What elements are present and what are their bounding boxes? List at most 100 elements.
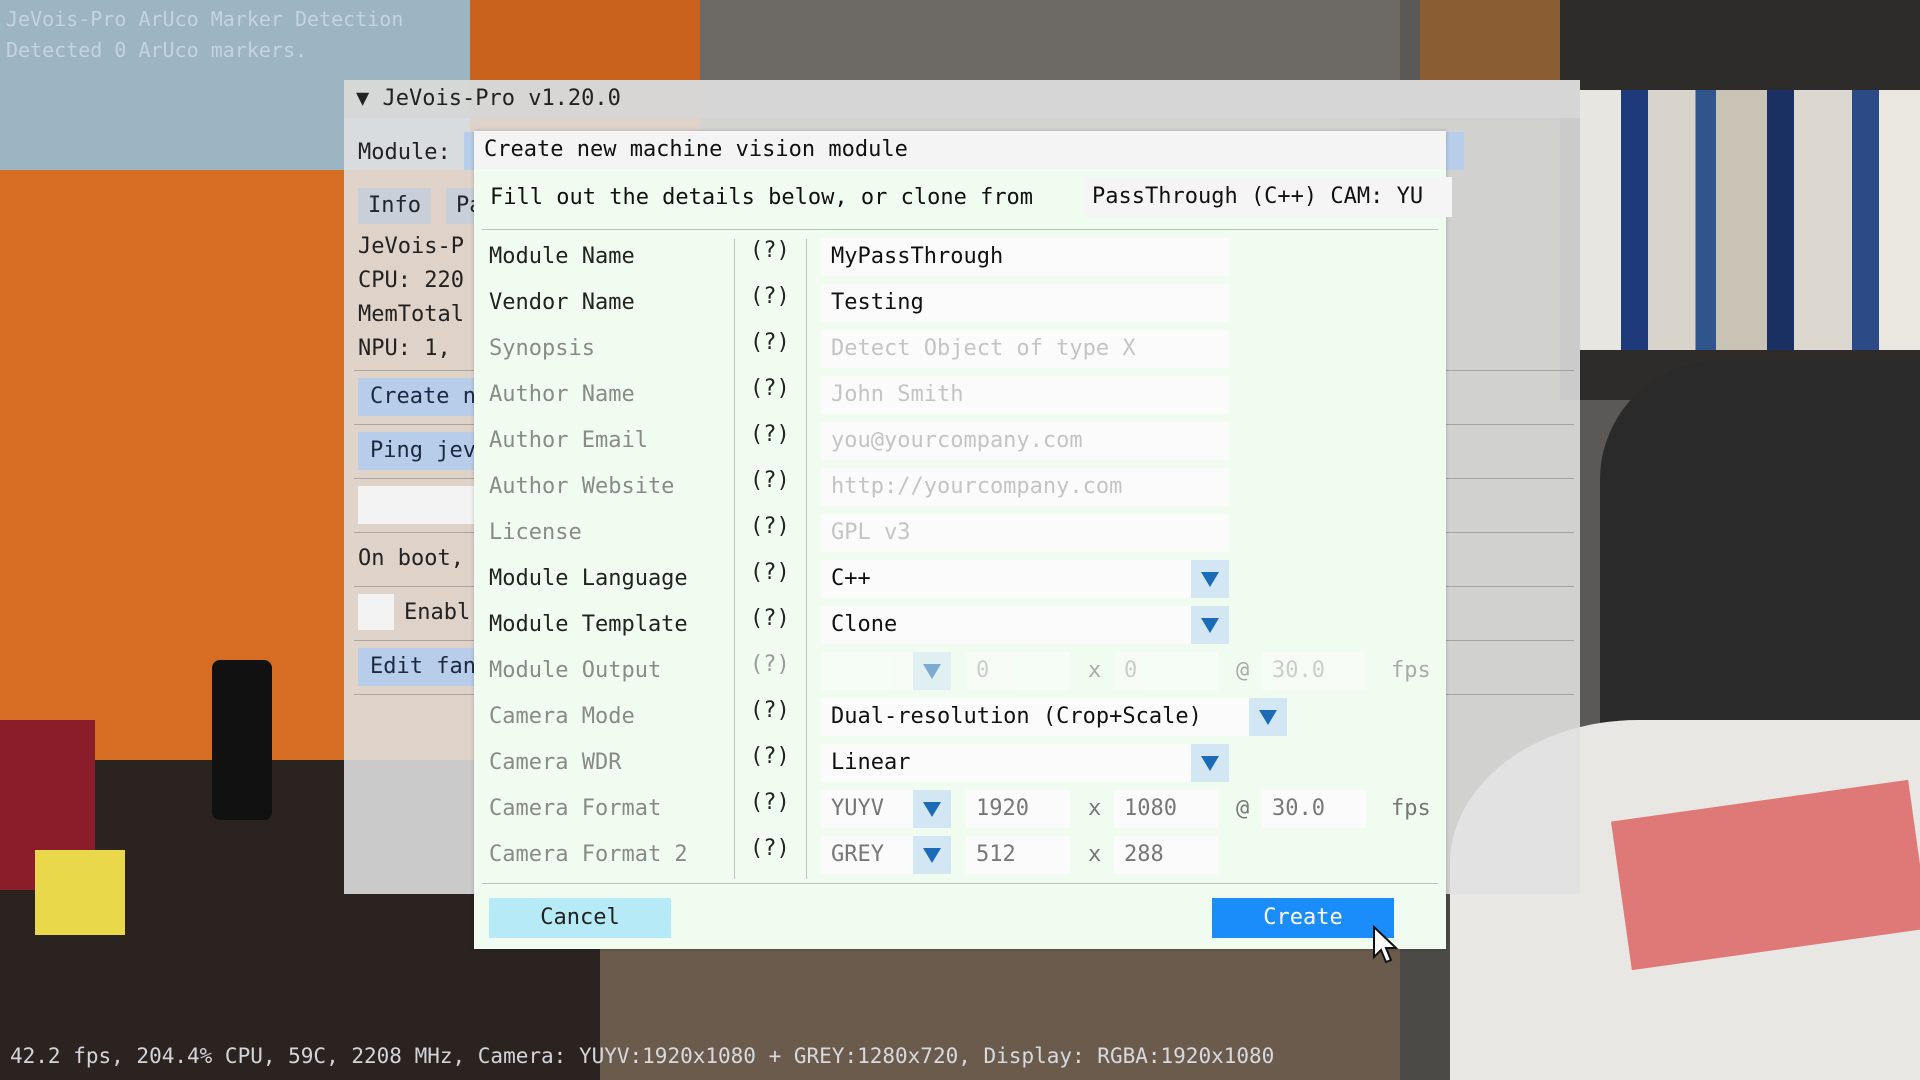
- at-separator: @: [1236, 796, 1250, 821]
- fps-unit: fps: [1391, 658, 1431, 683]
- status-bar: 42.2 fps, 204.4% CPU, 59C, 2208 MHz, Cam…: [10, 1044, 1275, 1068]
- module-label: Module:: [358, 140, 451, 165]
- field-row-author-name: Author Name (?) John Smith: [474, 372, 1446, 418]
- chevron-down-icon[interactable]: [1191, 744, 1229, 782]
- field-row-camera-mode: Camera Mode (?) Dual-resolution (Crop+Sc…: [474, 694, 1446, 740]
- module-template-combo[interactable]: Clone: [821, 606, 1229, 644]
- help-icon[interactable]: (?): [750, 790, 790, 815]
- info-line-npu: NPU: 1,: [358, 336, 464, 361]
- field-row-license: License (?) GPL v3: [474, 510, 1446, 556]
- help-icon: (?): [750, 652, 790, 677]
- camera-height-input[interactable]: 1080: [1114, 790, 1218, 828]
- create-button[interactable]: Create: [1212, 898, 1394, 938]
- synopsis-input[interactable]: Detect Object of type X: [821, 330, 1229, 368]
- field-label: Module Output: [489, 658, 662, 683]
- field-label: Camera Format: [489, 796, 662, 821]
- help-icon[interactable]: (?): [750, 560, 790, 585]
- field-label: Module Language: [489, 566, 688, 591]
- dialog-title: Create new machine vision module: [474, 131, 1446, 169]
- camera-fps-input[interactable]: 30.0: [1262, 790, 1366, 828]
- field-label: Author Email: [489, 428, 648, 453]
- camera2-width-input[interactable]: 512: [966, 836, 1070, 874]
- field-row-module-name: Module Name (?) MyPassThrough: [474, 234, 1446, 280]
- overlay-detections: Detected 0 ArUco markers.: [6, 38, 308, 62]
- enable-label: Enabl: [404, 600, 471, 625]
- chevron-down-icon[interactable]: [1249, 698, 1287, 736]
- collapse-triangle-icon[interactable]: ▼: [356, 86, 383, 111]
- field-row-synopsis: Synopsis (?) Detect Object of type X: [474, 326, 1446, 372]
- camera-format-combo[interactable]: YUYV: [821, 790, 951, 828]
- field-label: Module Name: [489, 244, 635, 269]
- license-input[interactable]: GPL v3: [821, 514, 1229, 552]
- help-icon[interactable]: (?): [750, 744, 790, 769]
- combo-value: Clone: [831, 612, 898, 637]
- field-row-camera-wdr: Camera WDR (?) Linear: [474, 740, 1446, 786]
- info-line-cpu: CPU: 220: [358, 268, 464, 293]
- divider: [482, 883, 1438, 884]
- clone-source-select[interactable]: PassThrough (C++) CAM: YU: [1084, 177, 1452, 217]
- module-name-input[interactable]: MyPassThrough: [821, 238, 1229, 276]
- field-row-camera-format-2: Camera Format 2 (?) GREY 512 x 288: [474, 832, 1446, 878]
- help-icon[interactable]: (?): [750, 606, 790, 631]
- field-row-module-language: Module Language (?) C++: [474, 556, 1446, 602]
- main-window-title: JeVois-Pro v1.20.0: [382, 86, 621, 111]
- combo-value: C++: [831, 566, 871, 591]
- field-label: Camera WDR: [489, 750, 622, 775]
- camera2-height-input[interactable]: 288: [1114, 836, 1218, 874]
- camera-wdr-combo[interactable]: Linear: [821, 744, 1229, 782]
- help-icon[interactable]: (?): [750, 468, 790, 493]
- info-line-1: JeVois-P: [358, 234, 464, 259]
- field-label: Camera Format 2: [489, 842, 688, 867]
- cancel-button[interactable]: Cancel: [489, 898, 671, 938]
- author-website-input[interactable]: http://yourcompany.com: [821, 468, 1229, 506]
- author-name-input[interactable]: John Smith: [821, 376, 1229, 414]
- chevron-down-icon[interactable]: [913, 790, 951, 828]
- author-email-input[interactable]: you@yourcompany.com: [821, 422, 1229, 460]
- help-icon[interactable]: (?): [750, 514, 790, 539]
- vendor-name-input[interactable]: Testing: [821, 284, 1229, 322]
- output-fps-input: 30.0: [1262, 652, 1366, 690]
- field-row-module-template: Module Template (?) Clone: [474, 602, 1446, 648]
- chevron-down-icon[interactable]: [913, 836, 951, 874]
- camera-mode-combo[interactable]: Dual-resolution (Crop+Scale): [821, 698, 1287, 736]
- help-icon[interactable]: (?): [750, 422, 790, 447]
- combo-value: Linear: [831, 750, 911, 775]
- combo-value: YUYV: [831, 796, 884, 821]
- field-row-camera-format: Camera Format (?) YUYV 1920 x 1080 @ 30.…: [474, 786, 1446, 832]
- field-row-module-output: Module Output (?) 0 x 0 @ 30.0 fps: [474, 648, 1446, 694]
- help-icon[interactable]: (?): [750, 836, 790, 861]
- chevron-down-icon[interactable]: [1191, 606, 1229, 644]
- help-icon[interactable]: (?): [750, 698, 790, 723]
- module-language-combo[interactable]: C++: [821, 560, 1229, 598]
- field-label: Module Template: [489, 612, 688, 637]
- camera-width-input[interactable]: 1920: [966, 790, 1070, 828]
- chevron-down-icon[interactable]: [1191, 560, 1229, 598]
- at-separator: @: [1236, 658, 1250, 683]
- field-label: Synopsis: [489, 336, 595, 361]
- tab-info[interactable]: Info: [358, 188, 431, 224]
- main-window-titlebar[interactable]: ▼ JeVois-Pro v1.20.0: [344, 80, 1580, 118]
- help-icon[interactable]: (?): [750, 330, 790, 355]
- camera-format2-combo[interactable]: GREY: [821, 836, 951, 874]
- help-icon[interactable]: (?): [750, 238, 790, 263]
- help-icon[interactable]: (?): [750, 284, 790, 309]
- field-row-author-website: Author Website (?) http://yourcompany.co…: [474, 464, 1446, 510]
- combo-value: GREY: [831, 842, 884, 867]
- help-icon[interactable]: (?): [750, 376, 790, 401]
- field-label: Author Website: [489, 474, 675, 499]
- enable-checkbox[interactable]: [358, 594, 394, 630]
- output-width-input: 0: [966, 652, 1070, 690]
- chevron-down-icon: [913, 652, 951, 690]
- output-format-combo: [821, 652, 951, 690]
- fps-unit: fps: [1391, 796, 1431, 821]
- field-row-author-email: Author Email (?) you@yourcompany.com: [474, 418, 1446, 464]
- divider: [482, 229, 1438, 230]
- on-boot-label: On boot,: [358, 546, 464, 571]
- x-separator: x: [1088, 842, 1102, 867]
- combo-value: Dual-resolution (Crop+Scale): [831, 704, 1202, 729]
- field-label: Camera Mode: [489, 704, 635, 729]
- x-separator: x: [1088, 796, 1102, 821]
- field-label: Vendor Name: [489, 290, 635, 315]
- x-separator: x: [1088, 658, 1102, 683]
- field-label: Author Name: [489, 382, 635, 407]
